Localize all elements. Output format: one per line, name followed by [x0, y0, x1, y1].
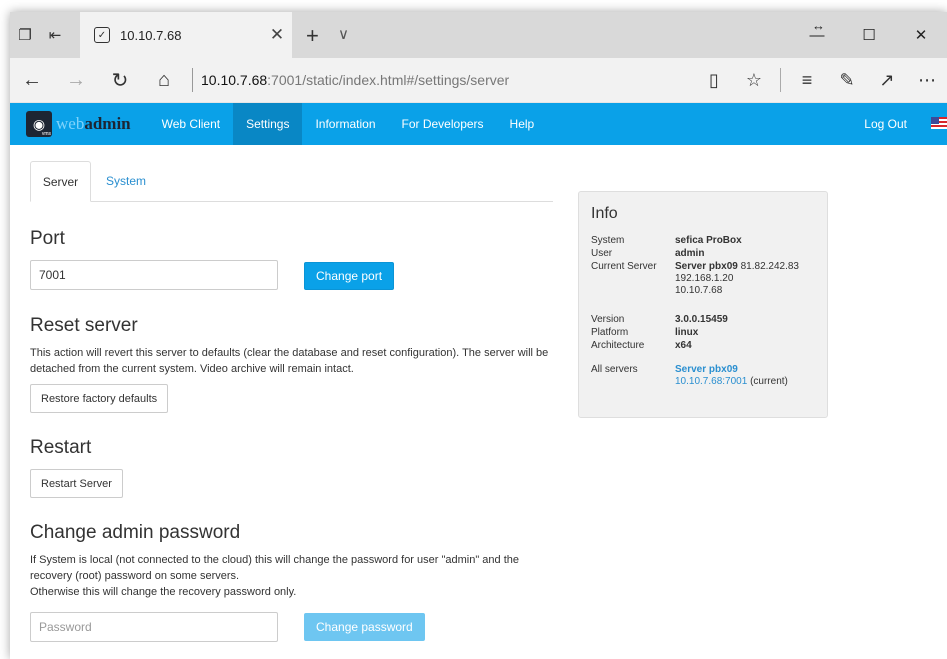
share-icon[interactable]: ↗ — [867, 58, 907, 102]
minimize-icon[interactable]: — — [791, 12, 843, 58]
reset-server-description: This action will revert this server to d… — [30, 347, 549, 375]
info-row-system: System sefica ProBox — [591, 235, 742, 246]
hub-icon[interactable]: ≡ — [787, 58, 827, 102]
new-tab-icon[interactable]: + — [306, 23, 319, 49]
info-row-architecture: Architecture x64 — [591, 340, 692, 351]
site-favicon-icon: ✓ — [94, 27, 110, 43]
restart-server-button[interactable]: Restart Server — [30, 469, 123, 498]
shield-icon: ◉ vms — [26, 111, 52, 137]
port-input[interactable]: 7001 — [30, 260, 278, 290]
settings-content: Server System Port 7001 Change port Rese… — [10, 145, 947, 659]
info-panel: Info System sefica ProBox User admin Cur… — [578, 191, 828, 418]
restore-factory-defaults-button[interactable]: Restore factory defaults — [30, 384, 169, 413]
tab-strip: ❐ ⇤ ✓ 10.10.7.68 ✕ + ∨ ↔ — ☐ ✕ — [10, 12, 947, 58]
reading-view-icon[interactable]: ▯ — [694, 58, 734, 102]
server-link[interactable]: Server pbx09 — [675, 364, 738, 375]
nav-information[interactable]: Information — [302, 103, 388, 145]
favorite-star-icon[interactable]: ☆ — [734, 58, 774, 102]
password-input[interactable]: Password — [30, 612, 278, 642]
forward-icon[interactable]: → — [54, 58, 98, 102]
close-window-icon[interactable]: ✕ — [895, 12, 947, 58]
us-flag-icon[interactable] — [931, 117, 947, 129]
change-password-note: Otherwise this will change the recovery … — [30, 586, 297, 598]
window-controls: — ☐ ✕ — [791, 12, 947, 58]
nav-settings[interactable]: Settings — [233, 103, 303, 145]
set-aside-tabs-icon[interactable]: ⇤ — [40, 12, 70, 58]
nav-web-client[interactable]: Web Client — [149, 103, 233, 145]
nav-help[interactable]: Help — [497, 103, 548, 145]
info-title: Info — [591, 205, 618, 222]
app-navbar: ◉ vms web admin Web Client Settings Inform… — [10, 103, 947, 145]
restart-heading: Restart — [30, 437, 92, 458]
close-tab-icon[interactable]: ✕ — [262, 25, 292, 45]
tab-preview-icon[interactable]: ❐ — [10, 12, 40, 58]
address-bar-row: ← → ↻ ⌂ 10.10.7.68:7001/static/index.htm… — [10, 58, 947, 103]
chevron-down-icon[interactable]: ∨ — [338, 25, 349, 43]
info-row-all-servers: All servers Server pbx09 10.10.7.68:7001… — [591, 364, 788, 387]
change-password-description: If System is local (not connected to the… — [30, 554, 520, 582]
change-password-heading: Change admin password — [30, 522, 241, 543]
home-icon[interactable]: ⌂ — [142, 58, 186, 102]
browser-window: ❐ ⇤ ✓ 10.10.7.68 ✕ + ∨ ↔ — ☐ ✕ ← → ↻ ⌂ 1… — [10, 12, 947, 659]
nav-for-developers[interactable]: For Developers — [389, 103, 497, 145]
logout-link[interactable]: Log Out — [864, 103, 907, 145]
server-address-link[interactable]: 10.10.7.68:7001 — [675, 376, 747, 387]
port-heading: Port — [30, 228, 65, 249]
url-field[interactable]: 10.10.7.68:7001/static/index.html#/setti… — [201, 72, 694, 88]
change-port-button[interactable]: Change port — [304, 262, 395, 290]
settings-tabs: Server System — [30, 161, 553, 202]
tab-system[interactable]: System — [106, 161, 146, 201]
info-row-user: User admin — [591, 248, 705, 259]
back-icon[interactable]: ← — [10, 58, 54, 102]
tab-server[interactable]: Server — [30, 161, 91, 202]
info-row-version: Version 3.0.0.15459 — [591, 314, 728, 325]
reset-server-heading: Reset server — [30, 315, 138, 336]
more-icon[interactable]: ⋯ — [907, 58, 947, 102]
change-password-button[interactable]: Change password — [304, 613, 425, 641]
web-note-icon[interactable]: ✎ — [827, 58, 867, 102]
info-row-platform: Platform linux — [591, 327, 699, 338]
maximize-icon[interactable]: ☐ — [843, 12, 895, 58]
browser-tab[interactable]: ✓ 10.10.7.68 ✕ — [80, 12, 292, 58]
refresh-icon[interactable]: ↻ — [98, 58, 142, 102]
info-row-current-server: Current Server Server pbx09 81.82.242.83… — [591, 261, 799, 296]
tab-title: 10.10.7.68 — [120, 27, 182, 43]
webadmin-logo[interactable]: ◉ vms web admin — [10, 103, 131, 145]
